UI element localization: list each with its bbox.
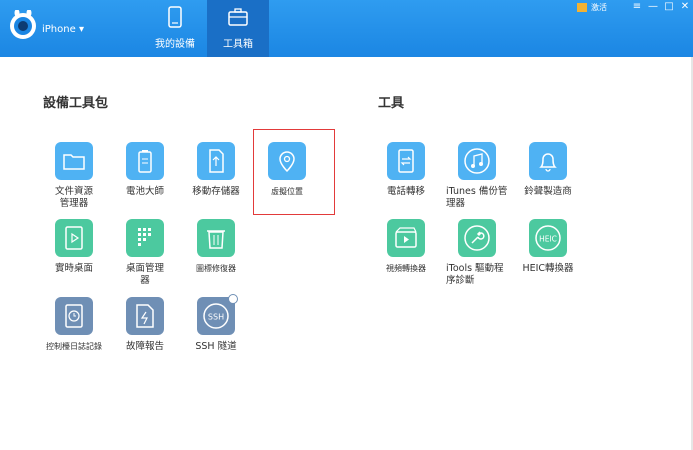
- maximize-icon[interactable]: □: [661, 1, 677, 13]
- tool-label: 文件資源管理器: [54, 186, 93, 209]
- location-pin-icon: [268, 142, 306, 180]
- svg-text:SSH: SSH: [208, 313, 224, 322]
- clock-log-icon: [55, 297, 93, 335]
- tool-console-log[interactable]: 控制檯日誌記錄: [39, 297, 109, 353]
- crash-report-icon: [126, 297, 164, 335]
- settings-icon[interactable]: ≡: [629, 1, 645, 13]
- close-icon[interactable]: ✕: [677, 1, 693, 13]
- app-logo-icon: [10, 10, 36, 39]
- tool-icon-repair[interactable]: 圖標修復器: [181, 219, 251, 275]
- tool-itunes-backup[interactable]: iTunes 備份管理器: [442, 142, 512, 210]
- tool-label: SSH 隧道: [195, 341, 237, 352]
- activation-icon: [577, 2, 587, 12]
- chevron-down-icon: ▾: [78, 24, 84, 35]
- tool-label: 移動存儲器: [192, 186, 240, 197]
- tool-label: HEIC轉換器: [522, 263, 574, 274]
- tool-virtual-location[interactable]: 虛擬位置: [252, 142, 322, 198]
- tool-label: 桌面管理器: [125, 263, 164, 286]
- section-title-device-tools: 設備工具包: [43, 96, 109, 111]
- tool-label: 電池大師: [125, 186, 164, 197]
- tool-heic-converter[interactable]: HEIC HEIC轉換器: [513, 219, 583, 275]
- usb-drive-icon: [197, 142, 235, 180]
- phone-icon: [168, 6, 182, 28]
- battery-icon: [126, 142, 164, 180]
- tool-battery-master[interactable]: 電池大師: [110, 142, 180, 198]
- tool-label: 控制檯日誌記錄: [46, 342, 102, 351]
- device-selector[interactable]: iPhone ▾: [42, 24, 84, 35]
- window-controls: 激活 ≡ — □ ✕: [577, 0, 693, 14]
- tool-label: 故障報告: [125, 341, 164, 352]
- trash-icon: [197, 219, 235, 257]
- tool-mobile-storage[interactable]: 移動存儲器: [181, 142, 251, 198]
- tool-label: iTunes 備份管理器: [446, 186, 508, 209]
- tool-phone-transfer[interactable]: 電話轉移: [371, 142, 441, 198]
- tool-desktop-manager[interactable]: 桌面管理器: [110, 219, 180, 287]
- tool-label: iTools 驅動程序診斷: [446, 263, 504, 286]
- svg-text:HEIC: HEIC: [539, 235, 557, 244]
- toolbox-icon: [228, 8, 248, 26]
- tool-label: 虛擬位置: [271, 187, 303, 196]
- tool-video-converter[interactable]: 視頻轉換器: [371, 219, 441, 275]
- bell-icon: [529, 142, 567, 180]
- ssh-icon: SSH: [197, 294, 238, 335]
- heic-icon: HEIC: [529, 219, 567, 257]
- music-icon: [458, 142, 496, 180]
- play-icon: [55, 219, 93, 257]
- top-bar: iPhone ▾ 我的設備 工具箱 激活 ≡ — □ ✕: [0, 0, 693, 57]
- folder-icon: [55, 142, 93, 180]
- activation-link[interactable]: 激活: [591, 2, 607, 13]
- tool-ssh-tunnel[interactable]: SSH SSH 隧道: [181, 294, 251, 353]
- grid-icon: [126, 219, 164, 257]
- wrench-icon: [458, 219, 496, 257]
- video-convert-icon: [387, 219, 425, 257]
- tab-my-device-label: 我的設備: [155, 39, 195, 50]
- notification-dot: [228, 294, 238, 304]
- tool-label: 鈴聲製造商: [524, 186, 572, 197]
- tool-crash-report[interactable]: 故障報告: [110, 297, 180, 353]
- minimize-icon[interactable]: —: [645, 1, 661, 13]
- tab-toolbox[interactable]: 工具箱: [207, 0, 269, 57]
- tool-file-manager[interactable]: 文件資源管理器: [39, 142, 109, 210]
- tool-driver-diagnosis[interactable]: iTools 驅動程序診斷: [442, 219, 512, 287]
- tool-label: 電話轉移: [386, 186, 425, 197]
- tool-live-desktop[interactable]: 實時桌面: [39, 219, 109, 275]
- phone-transfer-icon: [387, 142, 425, 180]
- device-name-label: iPhone: [42, 24, 76, 35]
- tool-ringtone-maker[interactable]: 鈴聲製造商: [513, 142, 583, 198]
- section-title-tools: 工具: [378, 96, 405, 111]
- tool-label: 圖標修復器: [196, 264, 236, 273]
- tab-toolbox-label: 工具箱: [223, 39, 253, 50]
- tool-label: 實時桌面: [54, 263, 93, 274]
- tool-label: 視頻轉換器: [386, 264, 426, 273]
- tab-my-device[interactable]: 我的設備: [144, 0, 206, 57]
